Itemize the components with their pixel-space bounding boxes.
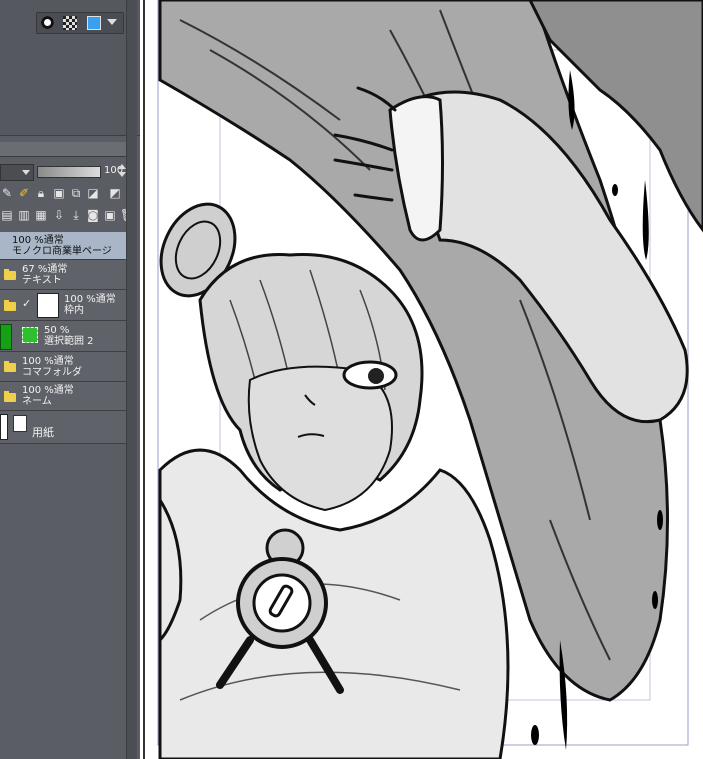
layer-panel-folder-line2: コマフォルダ bbox=[22, 367, 82, 378]
left-panel: 100 ✎ ✐ 🔒︎ ▣ ⧉ ◪ ◩ ▤ ▥ ▦ ⇩ ⤓ ◙ ▣ 🗑︎ 100 … bbox=[0, 0, 140, 759]
lock-transparent-icon[interactable]: ▣ bbox=[52, 186, 66, 200]
merge-icon[interactable]: ⤓ bbox=[69, 208, 83, 222]
folder-icon bbox=[4, 300, 16, 311]
layer-tab-strip[interactable] bbox=[0, 142, 126, 157]
reference-icon[interactable]: ◪ bbox=[86, 186, 100, 200]
pen-icon[interactable]: ✎ bbox=[0, 186, 14, 200]
layer-text-line2: テキスト bbox=[22, 275, 62, 286]
layer-row-selection[interactable]: 50 % 選択範囲 2 bbox=[0, 321, 126, 352]
folder-icon bbox=[4, 391, 16, 402]
layer-panel-folder-line1: 100 %通常 bbox=[22, 356, 74, 367]
layer-row-name[interactable]: 100 %通常 ネーム bbox=[0, 382, 126, 411]
panel-scrollbar[interactable] bbox=[126, 0, 137, 759]
layer-name-line1: 100 %通常 bbox=[22, 385, 74, 396]
layer-selection-line1: 50 % bbox=[44, 325, 70, 336]
folder-icon bbox=[4, 361, 16, 372]
folder-icon bbox=[4, 269, 16, 280]
layer-row-frame[interactable]: ✓ 100 %通常 枠内 bbox=[0, 290, 126, 321]
transparent-checker-icon[interactable] bbox=[63, 16, 77, 30]
new-folder-icon[interactable]: ▦ bbox=[34, 208, 48, 222]
layer-paper-label: 用紙 bbox=[32, 426, 54, 439]
ink-drop bbox=[612, 184, 618, 196]
lock-icon[interactable]: 🔒︎ bbox=[34, 186, 48, 200]
pupil bbox=[368, 368, 384, 384]
mask-apply-icon[interactable]: ▣ bbox=[103, 208, 117, 222]
ink-drop bbox=[657, 510, 663, 530]
layer-thumbnail bbox=[0, 414, 8, 440]
selection-icon bbox=[22, 327, 38, 343]
layer-selection-line2: 選択範囲 2 bbox=[44, 336, 94, 347]
layer-tool-row: ✎ ✐ 🔒︎ ▣ ⧉ ◪ ◩ bbox=[0, 184, 126, 204]
clip-icon[interactable]: ⧉ bbox=[69, 186, 83, 200]
color-panel bbox=[0, 0, 140, 136]
layer-color-thumbnail bbox=[0, 324, 12, 350]
layer-name-line2: ネーム bbox=[22, 396, 52, 407]
layer-page-line2: モノクロ商業単ページ bbox=[12, 246, 112, 257]
layer-panel: 100 ✎ ✐ 🔒︎ ▣ ⧉ ◪ ◩ ▤ ▥ ▦ ⇩ ⤓ ◙ ▣ 🗑︎ 100 … bbox=[0, 142, 135, 759]
ink-drip bbox=[642, 180, 649, 260]
ink-drop bbox=[531, 725, 539, 745]
layer-row-page[interactable]: 100 %通常 モノクロ商業単ページ bbox=[0, 232, 126, 260]
highlighter-icon[interactable]: ✐ bbox=[17, 186, 31, 200]
layer-row-panel-folder[interactable]: 100 %通常 コマフォルダ bbox=[0, 352, 126, 382]
layer-frame-line2: 枠内 bbox=[64, 305, 84, 316]
mask-icon[interactable]: ◙ bbox=[86, 208, 100, 222]
new-vector-layer-icon[interactable]: ▥ bbox=[17, 208, 31, 222]
checkmark-icon[interactable]: ✓ bbox=[22, 297, 31, 310]
blend-mode-select[interactable] bbox=[0, 164, 34, 181]
circle-brush-icon[interactable] bbox=[41, 16, 54, 29]
layer-action-row: ▤ ▥ ▦ ⇩ ⤓ ◙ ▣ 🗑︎ bbox=[0, 206, 135, 226]
move-down-icon[interactable]: ⇩ bbox=[52, 208, 66, 222]
opacity-slider[interactable] bbox=[37, 166, 101, 178]
layer-row-paper[interactable]: 用紙 bbox=[0, 411, 126, 444]
color-bar bbox=[36, 12, 124, 34]
paper-icon bbox=[13, 415, 27, 432]
layer-thumbnail bbox=[37, 293, 59, 318]
layer-page-line1: 100 %通常 bbox=[12, 235, 64, 246]
ink-drop bbox=[652, 591, 658, 609]
layer-frame-line1: 100 %通常 bbox=[64, 294, 116, 305]
dropdown-arrow-icon[interactable] bbox=[107, 19, 117, 25]
layer-text-line1: 67 %通常 bbox=[22, 264, 68, 275]
opacity-stepper[interactable] bbox=[118, 164, 126, 178]
layer-property-row: 100 bbox=[0, 162, 126, 182]
new-raster-layer-icon[interactable]: ▤ bbox=[0, 208, 14, 222]
ruler-icon[interactable]: ◩ bbox=[108, 186, 122, 200]
layer-row-text[interactable]: 67 %通常 テキスト bbox=[0, 260, 126, 290]
drawing-canvas[interactable] bbox=[140, 0, 703, 759]
blue-color-swatch-icon[interactable] bbox=[87, 16, 101, 30]
